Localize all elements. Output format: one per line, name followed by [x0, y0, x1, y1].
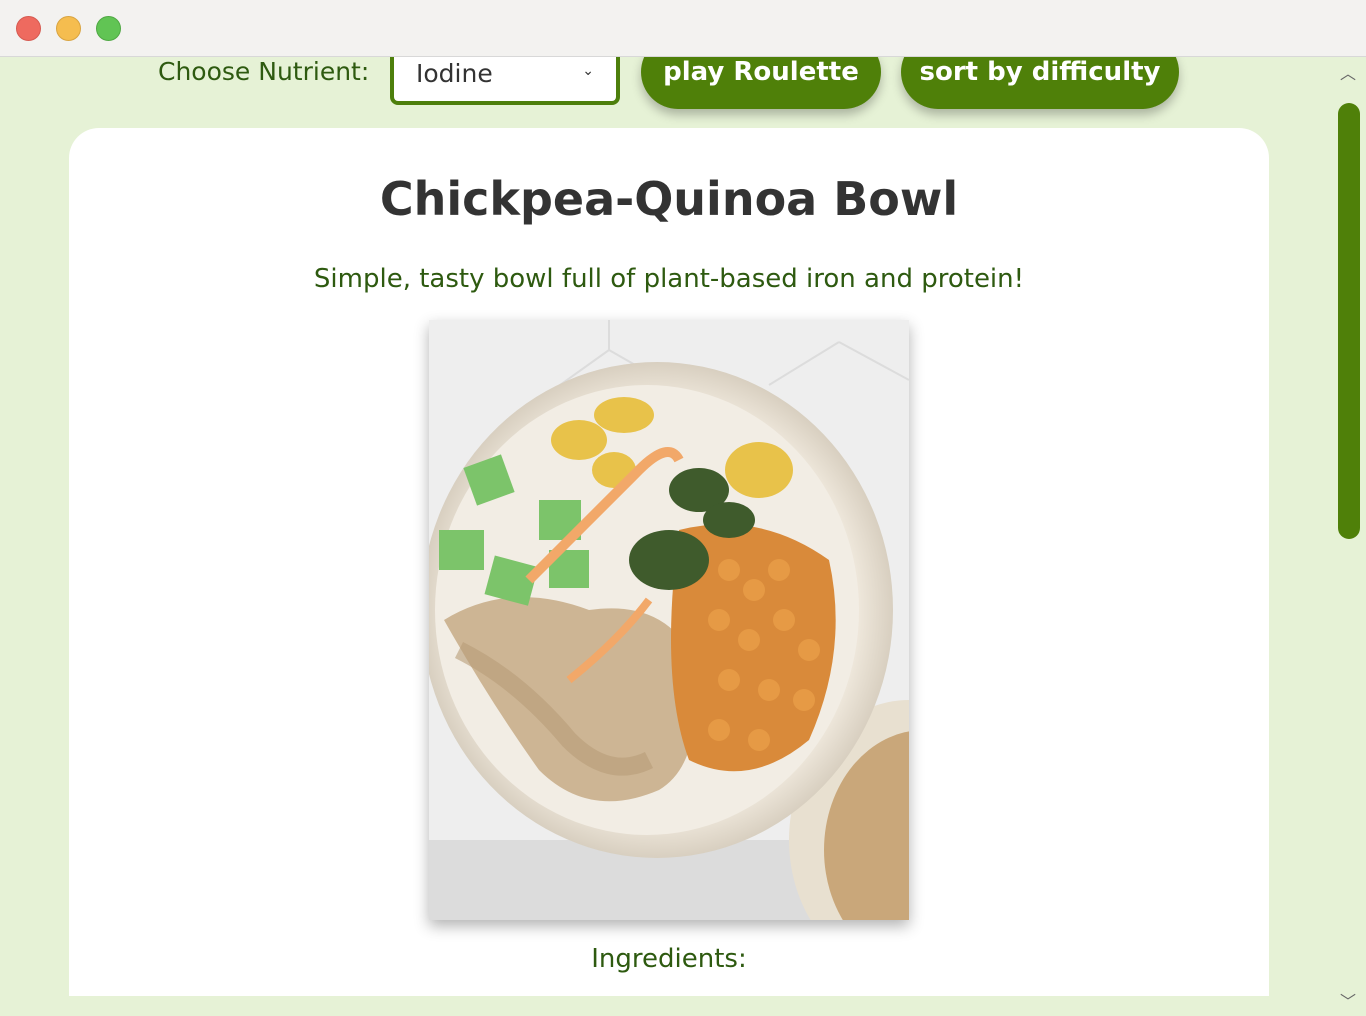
scroll-up-arrow-icon[interactable]: ︿: [1340, 60, 1356, 84]
window-titlebar: [0, 0, 1366, 57]
scrollbar-thumb[interactable]: [1338, 103, 1360, 539]
ingredients-heading: Ingredients:: [591, 944, 747, 974]
nutrient-label: Choose Nutrient:: [158, 57, 370, 86]
controls-bar: Choose Nutrient: Iodine ⌄ play Roulette …: [0, 57, 1366, 109]
recipe-title: Chickpea-Quinoa Bowl: [379, 172, 959, 226]
window-maximize-button[interactable]: [96, 16, 121, 41]
window-close-button[interactable]: [16, 16, 41, 41]
nutrient-select-value: Iodine: [416, 59, 493, 88]
window-minimize-button[interactable]: [56, 16, 81, 41]
nutrient-select[interactable]: Iodine ⌄: [390, 57, 620, 105]
page-viewport: Choose Nutrient: Iodine ⌄ play Roulette …: [0, 57, 1366, 996]
recipe-photo: [429, 320, 909, 920]
play-roulette-button[interactable]: play Roulette: [641, 57, 881, 109]
scroll-down-arrow-icon[interactable]: ﹀: [1340, 988, 1356, 1012]
sort-by-difficulty-button[interactable]: sort by difficulty: [901, 57, 1179, 109]
chevron-down-icon: ⌄: [582, 63, 594, 79]
recipe-description: Simple, tasty bowl full of plant-based i…: [313, 264, 1025, 294]
recipe-card: Chickpea-Quinoa Bowl Simple, tasty bowl …: [69, 128, 1269, 996]
